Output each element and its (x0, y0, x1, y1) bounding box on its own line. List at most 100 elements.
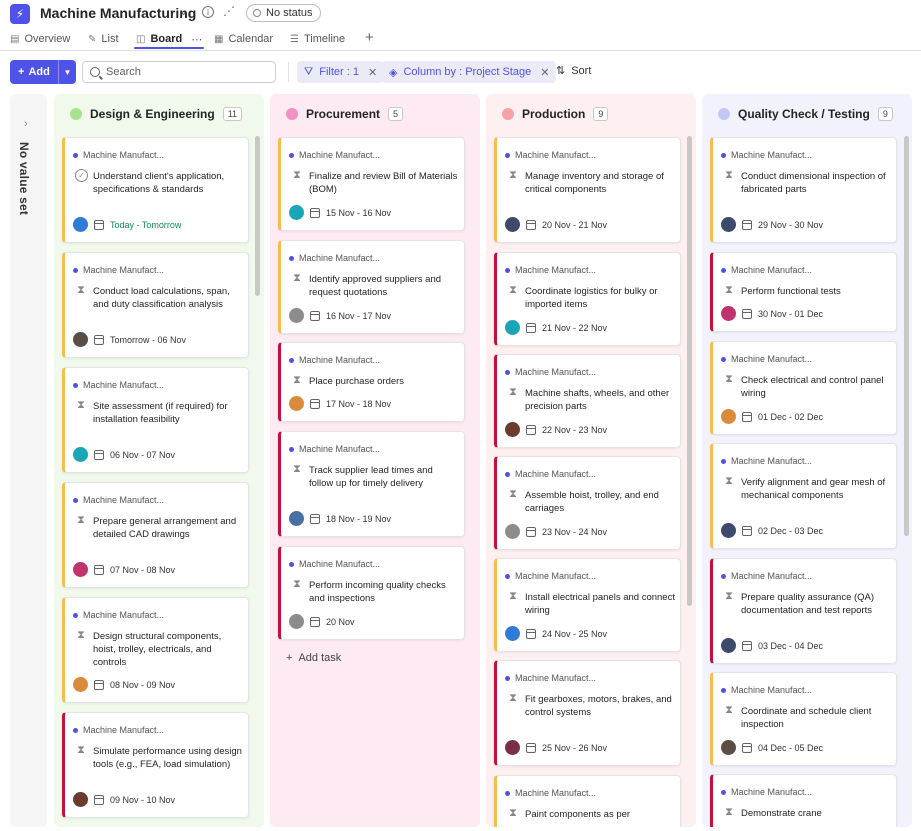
task-card[interactable]: Machine Manufact... ⧗ Perform functional t… (710, 252, 897, 332)
hourglass-icon[interactable]: ⧗ (291, 169, 303, 182)
task-card[interactable]: Machine Manufact... ✓ Understand client's … (62, 137, 249, 243)
add-task-button[interactable]: + Add task (286, 652, 341, 664)
avatar[interactable] (721, 409, 736, 424)
task-card[interactable]: Machine Manufact... ⧗ Check electrical and… (710, 341, 897, 435)
task-card[interactable]: Machine Manufact... ⧗ Identify approved su… (278, 240, 465, 334)
add-button[interactable]: + Add ▼ (10, 60, 76, 84)
column-header[interactable]: Quality Check / Testing 9 (718, 107, 893, 121)
column-scrollbar[interactable] (687, 136, 692, 606)
task-card[interactable]: Machine Manufact... ⧗ Simulate performance… (62, 712, 249, 818)
add-main-button[interactable]: + Add (10, 66, 58, 78)
avatar[interactable] (73, 562, 88, 577)
filter-chip[interactable]: ⛛ Filter : 1 ✕ (297, 61, 385, 83)
hourglass-icon[interactable]: ⧗ (723, 284, 735, 297)
task-card[interactable]: Machine Manufact... ⧗ Demonstrate crane (710, 774, 897, 827)
tab-timeline[interactable]: ☰ Timeline (290, 31, 345, 47)
tab-list[interactable]: ✎ List (88, 31, 119, 47)
column-header[interactable]: Production 9 (502, 107, 609, 121)
hourglass-icon[interactable]: ⧗ (507, 692, 519, 705)
hourglass-icon[interactable]: ⧗ (75, 399, 87, 412)
task-card[interactable]: Machine Manufact... ⧗ Manage inventory and… (494, 137, 681, 243)
task-card[interactable]: Machine Manufact... ⧗ Finalize and review … (278, 137, 465, 231)
task-card[interactable]: Machine Manufact... ⧗ Paint components as … (494, 775, 681, 827)
hourglass-icon[interactable]: ⧗ (291, 272, 303, 285)
hourglass-icon[interactable]: ⧗ (507, 169, 519, 182)
hourglass-icon[interactable]: ⧗ (291, 374, 303, 387)
column-by-chip[interactable]: ◈ Column by : Project Stage ✕ (382, 61, 557, 83)
hourglass-icon[interactable]: ⧗ (507, 590, 519, 603)
hourglass-icon[interactable]: ⧗ (507, 386, 519, 399)
avatar[interactable] (721, 306, 736, 321)
hourglass-icon[interactable]: ⧗ (291, 463, 303, 476)
task-card[interactable]: Machine Manufact... ⧗ Conduct dimensional … (710, 137, 897, 243)
column-scrollbar[interactable] (904, 136, 909, 536)
task-card[interactable]: Machine Manufact... ⧗ Perform incoming qua… (278, 546, 465, 640)
avatar[interactable] (289, 308, 304, 323)
avatar[interactable] (505, 320, 520, 335)
task-card[interactable]: Machine Manufact... ⧗ Machine shafts, whee… (494, 354, 681, 448)
column-scrollbar[interactable] (255, 136, 260, 296)
tab-calendar[interactable]: ▦ Calendar (214, 31, 273, 47)
tab-overview[interactable]: ▤ Overview (10, 31, 70, 47)
hourglass-icon[interactable]: ⧗ (75, 744, 87, 757)
avatar[interactable] (721, 740, 736, 755)
hourglass-icon[interactable]: ⧗ (723, 704, 735, 717)
hourglass-icon[interactable]: ⧗ (75, 514, 87, 527)
task-card[interactable]: Machine Manufact... ⧗ Place purchase order… (278, 342, 465, 422)
avatar[interactable] (505, 626, 520, 641)
avatar[interactable] (505, 422, 520, 437)
task-card[interactable]: Machine Manufact... ⧗ Design structural co… (62, 597, 249, 703)
add-view-icon[interactable]: + (365, 29, 374, 46)
avatar[interactable] (73, 792, 88, 807)
task-card[interactable]: Machine Manufact... ⧗ Fit gearboxes, motor… (494, 660, 681, 766)
column-header[interactable]: Procurement 5 (286, 107, 404, 121)
caret-down-icon[interactable]: ▼ (59, 68, 76, 77)
hourglass-icon[interactable]: ⧗ (75, 629, 87, 642)
avatar[interactable] (73, 677, 88, 692)
hourglass-icon[interactable]: ⧗ (507, 488, 519, 501)
avatar[interactable] (505, 740, 520, 755)
task-card[interactable]: Machine Manufact... ⧗ Site assessment (if … (62, 367, 249, 473)
column-header[interactable]: Design & Engineering 11 (70, 107, 243, 121)
avatar[interactable] (505, 524, 520, 539)
no-value-column[interactable]: › No value set (10, 94, 47, 827)
avatar[interactable] (721, 523, 736, 538)
check-circle-icon[interactable]: ✓ (75, 169, 88, 182)
task-card[interactable]: Machine Manufact... ⧗ Coordinate logistics… (494, 252, 681, 346)
clear-column-icon[interactable]: ✕ (540, 66, 549, 79)
avatar[interactable] (721, 217, 736, 232)
hourglass-icon[interactable]: ⧗ (507, 284, 519, 297)
task-card[interactable]: Machine Manufact... ⧗ Conduct load calcula… (62, 252, 249, 358)
avatar[interactable] (721, 638, 736, 653)
app-title[interactable]: Machine Manufacturing (40, 5, 196, 21)
hourglass-icon[interactable]: ⧗ (723, 475, 735, 488)
clear-filter-icon[interactable]: ✕ (368, 66, 377, 79)
task-card[interactable]: Machine Manufact... ⧗ Coordinate and sched… (710, 672, 897, 766)
hourglass-icon[interactable]: ⧗ (723, 590, 735, 603)
hourglass-icon[interactable]: ⧗ (75, 284, 87, 297)
more-options-icon[interactable]: ⋯ (191, 33, 202, 46)
task-card[interactable]: Machine Manufact... ⧗ Assemble hoist, trol… (494, 456, 681, 550)
task-card[interactable]: Machine Manufact... ⧗ Prepare general arra… (62, 482, 249, 588)
avatar[interactable] (289, 614, 304, 629)
hourglass-icon[interactable]: ⧗ (723, 806, 735, 819)
task-card[interactable]: Machine Manufact... ⧗ Track supplier lead … (278, 431, 465, 537)
share-icon[interactable]: ⋰ (223, 4, 235, 18)
avatar[interactable] (289, 396, 304, 411)
search-input[interactable]: Search (82, 61, 276, 83)
hourglass-icon[interactable]: ⧗ (723, 169, 735, 182)
avatar[interactable] (505, 217, 520, 232)
task-card[interactable]: Machine Manufact... ⧗ Prepare quality assu… (710, 558, 897, 664)
task-card[interactable]: Machine Manufact... ⧗ Install electrical p… (494, 558, 681, 652)
avatar[interactable] (289, 511, 304, 526)
hourglass-icon[interactable]: ⧗ (723, 373, 735, 386)
task-card[interactable]: Machine Manufact... ⧗ Verify alignment and… (710, 443, 897, 549)
sort-button[interactable]: ⇅ Sort (556, 64, 591, 78)
avatar[interactable] (73, 447, 88, 462)
avatar[interactable] (73, 217, 88, 232)
info-icon[interactable]: i (202, 6, 214, 18)
chevron-down-icon[interactable]: ⌄ (179, 5, 188, 18)
avatar[interactable] (73, 332, 88, 347)
hourglass-icon[interactable]: ⧗ (507, 807, 519, 820)
tab-board[interactable]: ◫ Board ⋯ (136, 31, 202, 47)
